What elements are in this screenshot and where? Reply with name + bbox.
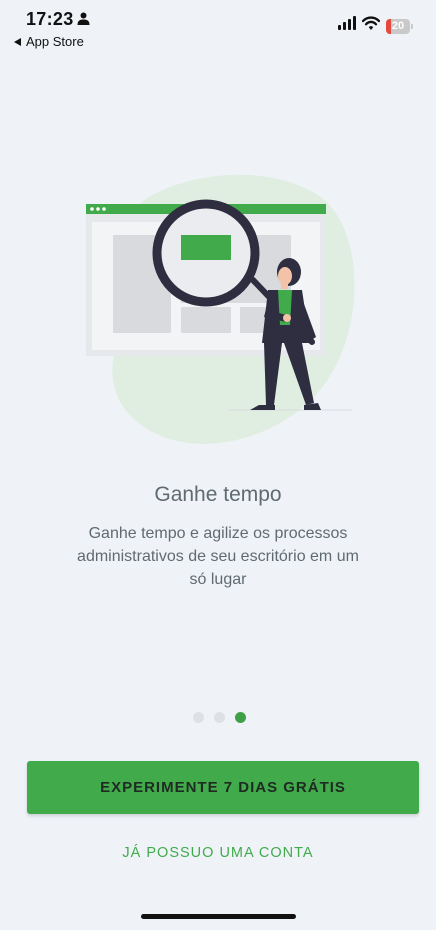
wifi-icon (362, 16, 380, 30)
page-indicator (193, 712, 246, 723)
back-to-app-store-label: App Store (26, 34, 84, 49)
battery-level: 20 (391, 20, 405, 32)
battery-cap (411, 24, 413, 29)
battery-icon: 20 (386, 19, 414, 34)
home-indicator[interactable] (141, 914, 296, 919)
back-arrow-icon (14, 37, 21, 46)
person-icon (77, 12, 90, 25)
page-dot[interactable] (235, 712, 246, 723)
page-dot[interactable] (214, 712, 225, 723)
onboarding-illustration (86, 174, 355, 444)
page-dot[interactable] (193, 712, 204, 723)
already-have-account-link[interactable]: JÁ POSSUO UMA CONTA (0, 845, 436, 861)
signal-icon (338, 16, 356, 30)
status-time: 17:23 (26, 9, 74, 29)
onboarding-title: Ganhe tempo (154, 483, 282, 506)
back-to-app-store-link[interactable]: App Store (14, 34, 84, 49)
onboarding-description: Ganhe tempo e agilize os processos admin… (77, 525, 359, 588)
status-bar: 17:23 App Store 20 (0, 0, 436, 60)
start-free-trial-button[interactable]: EXPERIMENTE 7 DIAS GRÁTIS (27, 761, 419, 814)
